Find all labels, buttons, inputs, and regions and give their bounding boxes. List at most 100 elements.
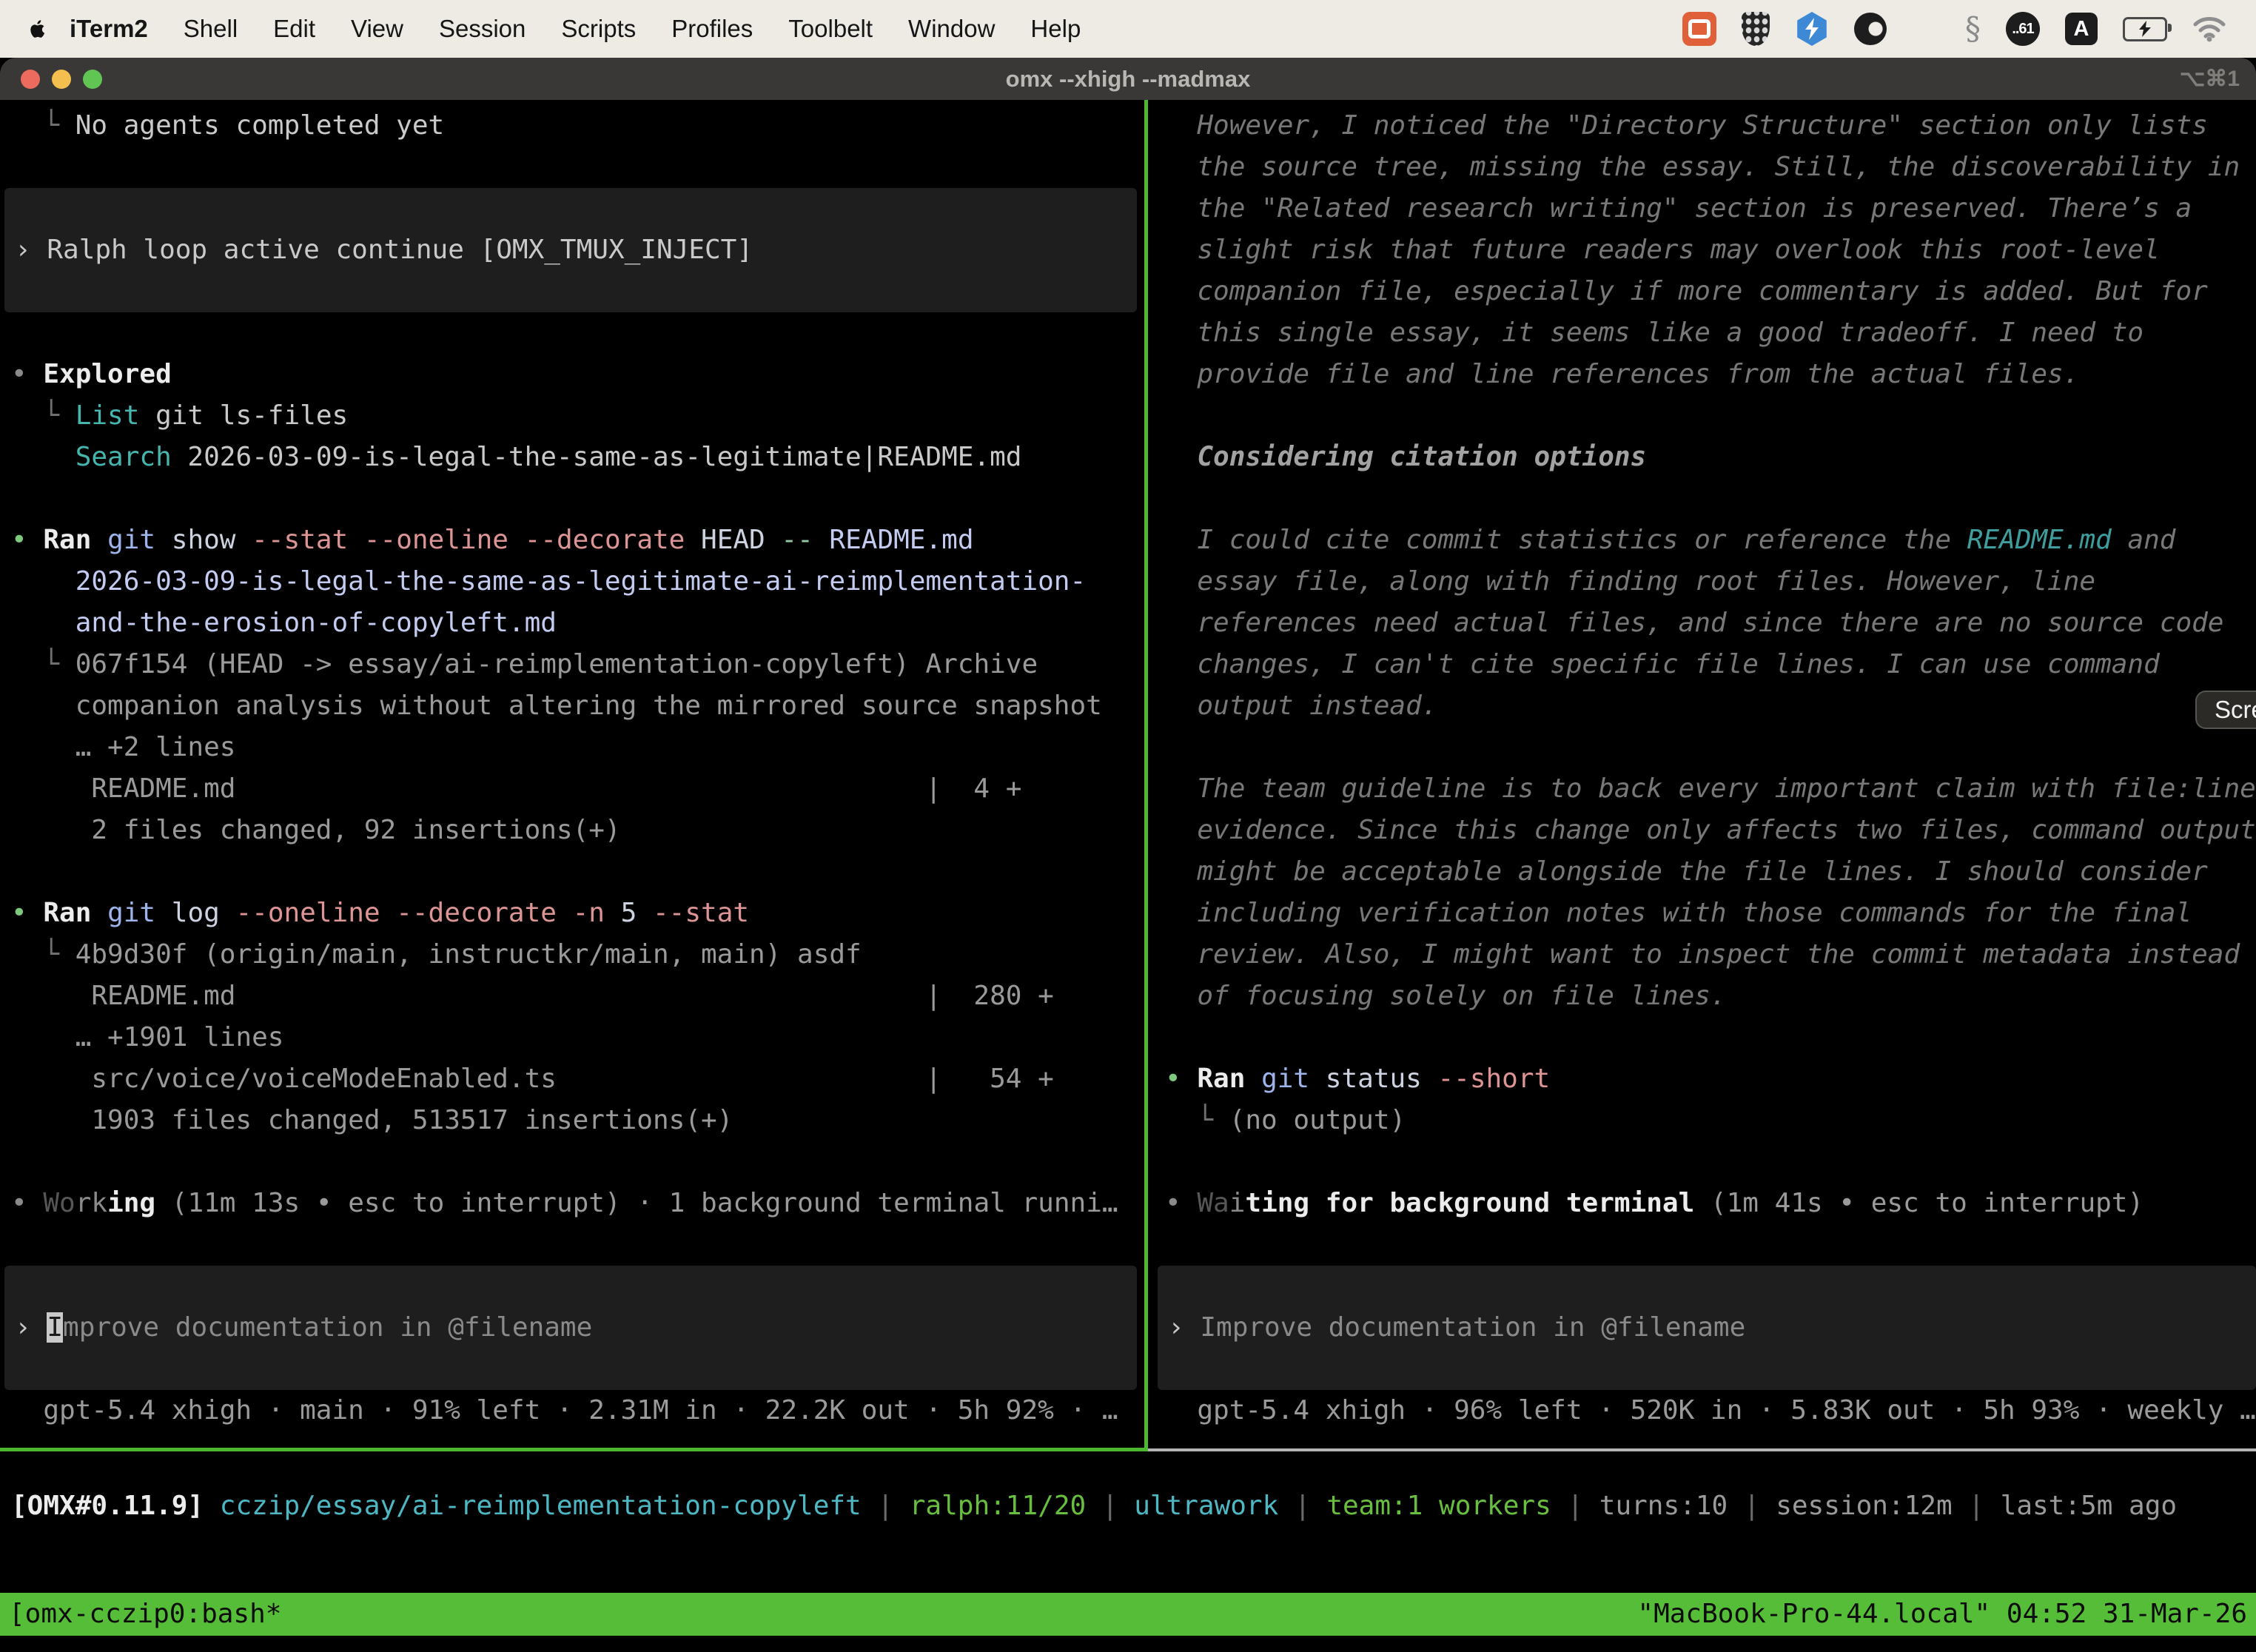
terminal-blank-line: [0, 851, 1144, 893]
text-segment: provide file and line references from th…: [1165, 359, 2079, 389]
terminal-blank-line: [0, 147, 1144, 188]
terminal-line: provide file and line references from th…: [1155, 354, 2256, 395]
terminal-blank-line: [1155, 1224, 2256, 1266]
text-segment: •: [11, 898, 43, 928]
prompt-input[interactable]: › Improve documentation in @filename: [1158, 1266, 2256, 1390]
text-segment: review. Also, I might want to inspect th…: [1165, 939, 2240, 970]
a-badge-icon[interactable]: A: [2065, 13, 2098, 45]
window-title: omx --xhigh --madmax: [0, 58, 2256, 100]
terminal-line: companion file, especially if more comme…: [1155, 271, 2256, 312]
text-segment: and: [2112, 525, 2176, 555]
text-segment: README.md | 280 +: [11, 981, 1054, 1011]
text-segment: README.md | 4 +: [11, 773, 1021, 804]
terminal-line: Considering citation options: [1155, 437, 2256, 478]
terminal-line: slight risk that future readers may over…: [1155, 229, 2256, 271]
text-segment: List: [75, 400, 140, 431]
text-segment: i: [1229, 1188, 1246, 1218]
status-segment: last:5m ago: [2001, 1491, 2177, 1521]
terminal-line: 2026-03-09-is-legal-the-same-as-legitima…: [0, 561, 1144, 602]
text-segment: └: [1165, 1105, 1229, 1135]
text-segment: •: [1165, 1064, 1197, 1094]
terminal-line: • Ran git show --stat --oneline --decora…: [0, 520, 1144, 561]
status-segment: ralph:11/20: [910, 1491, 1086, 1521]
text-segment: The team guideline is to back every impo…: [1165, 773, 2256, 804]
squiggle-icon[interactable]: §: [1965, 12, 1981, 46]
menu-bar: iTerm2ShellEditViewSessionScriptsProfile…: [0, 0, 2256, 58]
prompt-input[interactable]: › Improve documentation in @filename: [4, 1266, 1137, 1390]
menu-item-shell[interactable]: Shell: [166, 15, 255, 43]
text-segment: including verification notes with those …: [1165, 898, 2192, 928]
text-segment: git: [91, 898, 155, 928]
ralph-loop-banner[interactable]: › Ralph loop active continue [OMX_TMUX_I…: [4, 188, 1137, 312]
tmux-session-label[interactable]: [omx-cczip0:bash*: [9, 1593, 281, 1636]
screen-share-overlay[interactable]: Scre: [2195, 691, 2256, 729]
pie-chart-icon[interactable]: [1854, 13, 1887, 45]
screen-recording-icon[interactable]: [1682, 12, 1716, 46]
text-segment: output instead.: [1165, 691, 1437, 721]
text-segment: might be acceptable alongside the file l…: [1165, 856, 2208, 887]
menu-item-iterm2[interactable]: iTerm2: [62, 15, 166, 43]
terminal-line: output instead.: [1155, 685, 2256, 727]
text-segment: Wa: [1197, 1188, 1229, 1218]
terminal-line: src/voice/voiceModeEnabled.ts | 54 +: [0, 1058, 1144, 1100]
text-segment: However, I noticed the "Directory Struct…: [1165, 110, 2208, 141]
apple-menu[interactable]: [27, 16, 49, 42]
text-segment: ›: [15, 1312, 47, 1343]
text-segment: └: [11, 649, 75, 679]
terminal-line: the source tree, missing the essay. Stil…: [1155, 147, 2256, 188]
menu-item-window[interactable]: Window: [890, 15, 1013, 43]
battery-bolt-glyph: [2138, 21, 2152, 37]
text-segment: README.md: [1967, 525, 2112, 555]
omx-status-line: [OMX#0.11.9] cczip/essay/ai-reimplementa…: [0, 1485, 2256, 1527]
text-segment: log: [155, 898, 220, 928]
text-segment: Wo: [43, 1188, 75, 1218]
screen: iTerm2ShellEditViewSessionScriptsProfile…: [0, 0, 2256, 1652]
terminal-pane-left[interactable]: └ No agents completed yet› Ralph loop ac…: [0, 105, 1144, 1431]
terminal-line: essay file, along with finding root file…: [1155, 561, 2256, 602]
wifi-icon[interactable]: [2192, 16, 2226, 42]
text-segment: … +1901 lines: [11, 1022, 283, 1052]
menu-item-session[interactable]: Session: [421, 15, 543, 43]
terminal-line: └ (no output): [1155, 1100, 2256, 1141]
terminal-line: › Improve documentation in @filename: [1158, 1307, 1745, 1349]
terminal-blank-line: [1155, 727, 2256, 768]
terminal-line: review. Also, I might want to inspect th…: [1155, 934, 2256, 976]
terminal-line: changes, I can't cite specific file line…: [1155, 644, 2256, 685]
status-segment: |: [1278, 1491, 1326, 1521]
terminal-blank-line: [0, 1224, 1144, 1266]
pane-divider-vertical[interactable]: [1144, 100, 1148, 1448]
menu-item-toolbelt[interactable]: Toolbelt: [771, 15, 890, 43]
menu-item-help[interactable]: Help: [1013, 15, 1098, 43]
terminal-line: README.md | 4 +: [0, 768, 1144, 810]
terminal-pane-right[interactable]: However, I noticed the "Directory Struct…: [1155, 105, 2256, 1431]
dots-grid-icon[interactable]: [1912, 15, 1940, 43]
text-segment: the "Related research writing" section i…: [1165, 193, 2192, 224]
text-segment: (11m 13s • esc to interrupt) · 1 backgro…: [155, 1188, 1118, 1218]
text-segment: Improve documentation in @filename: [1200, 1312, 1745, 1343]
battery-icon[interactable]: [2123, 17, 2167, 41]
terminal-line: … +1901 lines: [0, 1017, 1144, 1058]
window-titlebar[interactable]: omx --xhigh --madmax ⌥⌘1: [0, 58, 2256, 100]
text-segment: Explored: [43, 359, 171, 389]
screen-share-overlay-label: Scre: [2215, 696, 2256, 724]
terminal-line: including verification notes with those …: [1155, 893, 2256, 934]
text-segment: mprove documentation in @filename: [63, 1312, 592, 1343]
battery-percent-icon[interactable]: ..61: [2006, 12, 2040, 46]
tmux-status-bar: [omx-cczip0:bash* "MacBook-Pro-44.local"…: [0, 1593, 2256, 1636]
text-segment: --stat: [637, 898, 749, 928]
keyboard-shield-icon[interactable]: [1742, 12, 1770, 46]
menu-item-profiles[interactable]: Profiles: [654, 15, 771, 43]
text-segment: [11, 442, 75, 472]
text-cursor: I: [47, 1312, 63, 1343]
terminal-line: gpt-5.4 xhigh · main · 91% left · 2.31M …: [0, 1390, 1144, 1431]
terminal-line: The team guideline is to back every impo…: [1155, 768, 2256, 810]
text-segment: •: [1165, 1188, 1197, 1218]
text-segment: git: [1245, 1064, 1309, 1094]
menu-item-edit[interactable]: Edit: [255, 15, 333, 43]
text-segment: gpt-5.4 xhigh · main · 91% left · 2.31M …: [11, 1395, 1118, 1426]
text-segment: git ls-files: [139, 400, 348, 431]
menu-item-scripts[interactable]: Scripts: [543, 15, 654, 43]
menu-item-view[interactable]: View: [333, 15, 421, 43]
bolt-hexagon-icon[interactable]: [1795, 12, 1829, 46]
text-segment: gpt-5.4 xhigh · 96% left · 520K in · 5.8…: [1165, 1395, 2256, 1426]
